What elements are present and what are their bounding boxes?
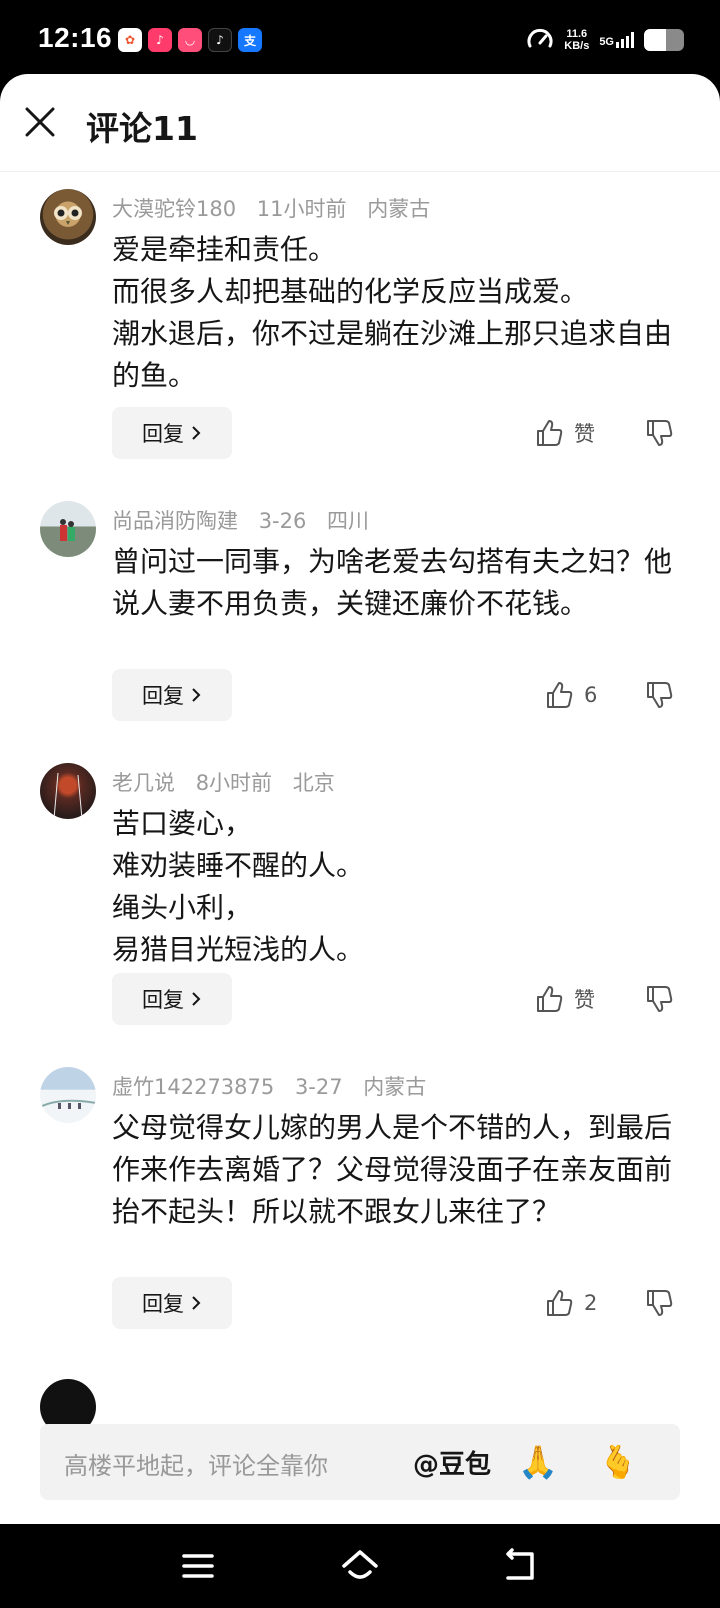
comment-item: 老几说 8小时前 北京 苦口婆心， 难劝装睡不醒的人。 绳头小利， 易猎目光短浅… <box>0 747 720 1051</box>
signal-bars-icon <box>616 32 634 48</box>
owl-avatar-image <box>54 206 82 225</box>
chevron-right-icon <box>192 426 201 440</box>
avatar[interactable] <box>40 1067 96 1123</box>
comment-location: 内蒙古 <box>363 1075 427 1099</box>
comment-text: 爱是牵挂和责任。 而很多人却把基础的化学反应当成爱。 潮水退后，你不过是躺在沙滩… <box>112 233 673 392</box>
battery-icon <box>644 29 684 51</box>
todo-app-icon: ✿ <box>118 28 142 52</box>
comment-time: 8小时前 <box>195 771 273 795</box>
comments-sheet: 评论11 大漠驼铃180 11小时前 内蒙古 爱是牵挂和责任。 而很多人却把基础… <box>0 74 720 1524</box>
comment-username[interactable]: 老几说 <box>112 771 175 795</box>
system-nav-bar <box>0 1524 720 1608</box>
avatar[interactable] <box>40 763 96 819</box>
like-button[interactable]: 2 <box>544 1277 597 1329</box>
thumbs-down-icon <box>647 1290 673 1316</box>
page-title: 评论11 <box>86 109 198 148</box>
video-app-icon: ◡ <box>178 28 202 52</box>
net-speed-value: 11.6 <box>566 28 588 40</box>
chevron-right-icon <box>192 992 201 1006</box>
reply-label: 回复 <box>142 684 184 708</box>
status-bar: 12:16 ✿ ♪ ◡ ♪ 支 11.6 KB/s 5G <box>0 0 720 80</box>
avatar[interactable] <box>40 189 96 245</box>
comment-list[interactable]: 大漠驼铃180 11小时前 内蒙古 爱是牵挂和责任。 而很多人却把基础的化学反应… <box>0 173 720 1483</box>
reply-label: 回复 <box>142 422 184 446</box>
comment-meta: 尚品消防陶建 3-26 四川 <box>112 505 383 535</box>
like-button[interactable]: 赞 <box>534 407 595 459</box>
comment-time: 3-26 <box>258 509 307 533</box>
comment-time: 3-27 <box>294 1075 343 1099</box>
net-speed-unit: KB/s <box>564 40 590 52</box>
mention-button[interactable]: @豆包 <box>413 1444 491 1481</box>
like-label: 赞 <box>574 988 595 1012</box>
sheet-header: 评论11 <box>0 74 720 172</box>
comment-meta: 虚竹142273875 3-27 内蒙古 <box>112 1071 440 1101</box>
comment-location: 内蒙古 <box>367 197 431 221</box>
comment-text: 曾问过一同事，为啥老爱去勾搭有夫之妇？他说人妻不用负责，关键还廉价不花钱。 <box>112 545 673 620</box>
comment-item: 大漠驼铃180 11小时前 内蒙古 爱是牵挂和责任。 而很多人却把基础的化学反应… <box>0 173 720 485</box>
comment-input-bar[interactable]: 高楼平地起，评论全靠你 @豆包 🙏 🫰 <box>40 1424 680 1500</box>
thumbs-down-icon <box>647 682 673 708</box>
like-button[interactable]: 赞 <box>534 973 595 1025</box>
thumbs-down-icon <box>647 420 673 446</box>
thumbs-down-icon <box>647 986 673 1012</box>
comment-item: 虚竹142273875 3-27 内蒙古 父母觉得女儿嫁的男人是个不错的人，到最… <box>0 1051 720 1363</box>
dislike-button[interactable] <box>644 1277 676 1329</box>
network-type: 5G <box>599 36 614 48</box>
tree-avatar-image <box>53 772 83 819</box>
menu-icon[interactable] <box>178 1546 218 1586</box>
like-count: 6 <box>584 683 598 707</box>
dislike-button[interactable] <box>644 407 676 459</box>
comment-meta: 老几说 8小时前 北京 <box>112 767 349 797</box>
thumbs-up-icon <box>537 986 563 1012</box>
comment-text: 父母觉得女儿嫁的男人是个不错的人，到最后作来作去离婚了？父母觉得没面子在亲友面前… <box>112 1111 673 1228</box>
dislike-button[interactable] <box>644 973 676 1025</box>
comment-input-placeholder[interactable]: 高楼平地起，评论全靠你 <box>64 1446 328 1481</box>
reply-label: 回复 <box>142 988 184 1012</box>
reply-label: 回复 <box>142 1292 184 1316</box>
battery-level <box>644 29 666 51</box>
comment-username[interactable]: 虚竹142273875 <box>112 1075 274 1099</box>
chevron-right-icon <box>192 688 201 702</box>
comment-username[interactable]: 尚品消防陶建 <box>112 509 238 533</box>
reply-button[interactable]: 回复 <box>112 973 232 1025</box>
thumbs-up-icon <box>547 682 573 708</box>
comment-time: 11小时前 <box>256 197 347 221</box>
thumbs-up-icon <box>537 420 563 446</box>
back-icon[interactable] <box>500 1546 540 1586</box>
status-indicators: 11.6 KB/s 5G <box>526 26 684 54</box>
home-icon[interactable] <box>340 1546 380 1586</box>
photo-avatar-image <box>60 519 75 541</box>
like-label: 赞 <box>574 422 595 446</box>
speedometer-icon <box>527 28 553 48</box>
avatar[interactable] <box>40 501 96 557</box>
close-icon[interactable] <box>22 104 58 140</box>
like-count: 2 <box>584 1291 598 1315</box>
finger-heart-emoji-button[interactable]: 🫰 <box>596 1440 640 1484</box>
comment-text: 苦口婆心， 难劝装睡不醒的人。 绳头小利， 易猎目光短浅的人。 <box>112 807 365 966</box>
reply-button[interactable]: 回复 <box>112 669 232 721</box>
alipay-icon: 支 <box>238 28 262 52</box>
reply-button[interactable]: 回复 <box>112 1277 232 1329</box>
douyin-red-icon: ♪ <box>148 28 172 52</box>
status-time: 12:16 <box>38 22 113 53</box>
thumbs-up-icon <box>547 1290 573 1316</box>
comment-location: 北京 <box>292 771 335 795</box>
like-button[interactable]: 6 <box>544 669 597 721</box>
reply-button[interactable]: 回复 <box>112 407 232 459</box>
pray-emoji-button[interactable]: 🙏 <box>516 1440 560 1484</box>
cell-signal: 5G <box>599 32 634 48</box>
chevron-right-icon <box>192 1296 201 1310</box>
net-speed: 11.6 KB/s <box>564 28 589 52</box>
dislike-button[interactable] <box>644 669 676 721</box>
comment-username[interactable]: 大漠驼铃180 <box>112 197 236 221</box>
notification-icons: ✿ ♪ ◡ ♪ 支 <box>118 28 262 52</box>
tiktok-icon: ♪ <box>208 28 232 52</box>
snow-avatar-image <box>40 1099 96 1109</box>
comment-location: 四川 <box>327 509 370 533</box>
comment-item: 尚品消防陶建 3-26 四川 曾问过一同事，为啥老爱去勾搭有夫之妇？他说人妻不用… <box>0 485 720 747</box>
comment-meta: 大漠驼铃180 11小时前 内蒙古 <box>112 193 444 223</box>
